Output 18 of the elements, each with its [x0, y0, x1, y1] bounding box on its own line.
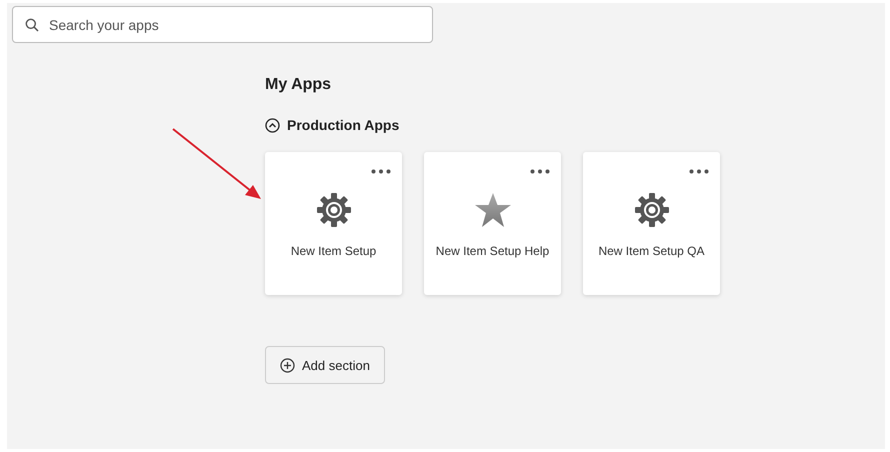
gear-icon	[634, 192, 670, 228]
app-name: New Item Setup	[290, 243, 378, 260]
app-name: New Item Setup Help	[434, 243, 550, 260]
section-toggle[interactable]: Production Apps	[265, 117, 885, 133]
more-icon[interactable]	[371, 169, 391, 174]
plus-icon	[280, 358, 295, 372]
search-field[interactable]: Search your apps	[12, 6, 433, 43]
app-tile[interactable]: New Item Setup QA	[583, 152, 720, 295]
app-tile[interactable]: New Item Setup Help	[424, 152, 561, 295]
app-name: New Item Setup QA	[597, 243, 706, 260]
collapse-icon	[265, 118, 280, 132]
page-heading: My Apps	[265, 76, 332, 95]
app-tile[interactable]: New Item Setup	[265, 152, 402, 295]
gear-icon	[316, 192, 352, 228]
add-section-button[interactable]: Add section	[265, 346, 385, 384]
more-icon[interactable]	[689, 169, 709, 174]
more-icon[interactable]	[530, 169, 550, 174]
star-icon	[474, 192, 512, 228]
